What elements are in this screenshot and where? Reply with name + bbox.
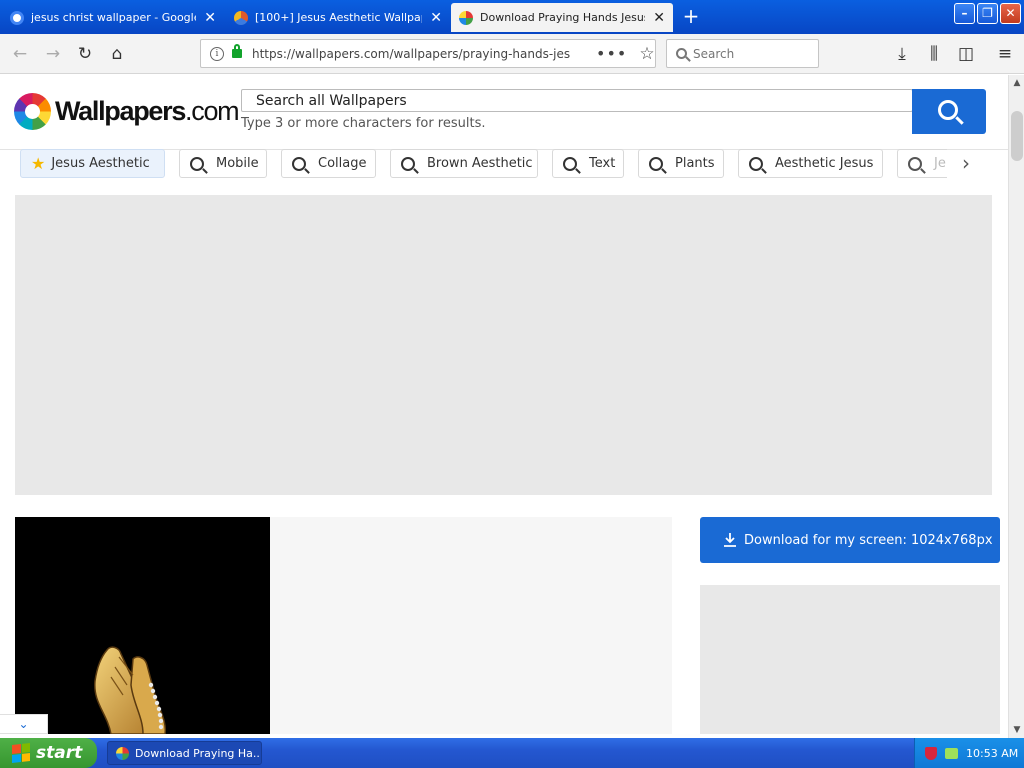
close-window-button[interactable]: ✕ bbox=[1000, 3, 1021, 24]
tab-title: [100+] Jesus Aesthetic Wallpapers bbox=[255, 11, 422, 24]
search-icon bbox=[749, 156, 763, 171]
search-hint: Type 3 or more characters for results. bbox=[241, 116, 486, 131]
wallpapers-favicon-icon bbox=[459, 10, 473, 25]
tag-label: Je bbox=[934, 156, 946, 171]
scroll-down-arrow-icon[interactable]: ▼ bbox=[1010, 722, 1024, 738]
tag-collage[interactable]: Collage bbox=[281, 149, 376, 178]
sidebar-advertisement bbox=[700, 585, 1000, 734]
scroll-up-arrow-icon[interactable]: ▲ bbox=[1010, 75, 1024, 91]
search-icon bbox=[190, 156, 204, 171]
chevron-down-icon[interactable]: ⌄ bbox=[0, 714, 48, 734]
tag-text[interactable]: Text bbox=[552, 149, 624, 178]
search-icon bbox=[649, 156, 663, 171]
search-icon bbox=[401, 156, 415, 171]
close-tab-icon[interactable]: ✕ bbox=[653, 10, 665, 26]
tag-mobile[interactable]: Mobile bbox=[179, 149, 267, 178]
praying-hands-illustration bbox=[94, 646, 167, 734]
system-tray: 10:53 AM bbox=[914, 738, 1024, 768]
download-for-my-screen-button[interactable]: Download for my screen: 1024x768px bbox=[700, 517, 1000, 563]
reload-icon[interactable]: ↻ bbox=[73, 42, 97, 66]
taskbar-firefox-window[interactable]: Download Praying Ha... bbox=[107, 741, 262, 765]
preview-background bbox=[270, 517, 672, 734]
close-tab-icon[interactable]: ✕ bbox=[430, 10, 442, 26]
advertisement-banner bbox=[15, 195, 992, 495]
tag-jesus-aesthetic[interactable]: ★ Jesus Aesthetic bbox=[20, 149, 165, 178]
browser-tab-strip: jesus christ wallpaper - Google Search ✕… bbox=[0, 0, 1024, 34]
close-tab-icon[interactable]: ✕ bbox=[204, 10, 216, 26]
tag-label: Aesthetic Jesus bbox=[775, 156, 874, 171]
windows-taskbar: start Download Praying Ha... 10:53 AM bbox=[0, 738, 1024, 768]
browser-search-input[interactable] bbox=[693, 46, 803, 61]
search-icon bbox=[292, 156, 306, 171]
security-shield-icon[interactable] bbox=[925, 746, 937, 760]
minimize-button[interactable]: – bbox=[954, 3, 975, 24]
windows-logo-icon bbox=[12, 743, 30, 763]
download-label: Download for my screen: 1024x768px bbox=[744, 532, 993, 548]
site-search-button[interactable] bbox=[912, 89, 986, 134]
related-tags-bar: ★ Jesus Aesthetic Mobile Collage Brown A… bbox=[0, 149, 1008, 179]
search-icon bbox=[676, 48, 687, 59]
site-info-icon[interactable]: i bbox=[210, 46, 224, 61]
wallpapers-favicon-icon bbox=[234, 10, 248, 25]
google-favicon-icon bbox=[10, 10, 24, 25]
sidebar-icon[interactable]: ◫ bbox=[954, 42, 978, 66]
home-icon[interactable]: ⌂ bbox=[105, 42, 129, 66]
tab-jesus-aesthetic[interactable]: [100+] Jesus Aesthetic Wallpapers ✕ bbox=[226, 3, 450, 32]
clock: 10:53 AM bbox=[966, 746, 1019, 760]
star-icon: ★ bbox=[31, 154, 46, 173]
back-arrow-icon[interactable]: ← bbox=[8, 42, 32, 66]
tag-label: Text bbox=[589, 156, 616, 171]
tag-plants[interactable]: Plants bbox=[638, 149, 724, 178]
page-actions-icon[interactable]: ••• bbox=[596, 44, 627, 63]
taskbar-item-label: Download Praying Ha... bbox=[135, 746, 262, 760]
page-scrollbar[interactable]: ▲ ▼ bbox=[1008, 75, 1024, 738]
tab-title: jesus christ wallpaper - Google Search bbox=[31, 11, 196, 24]
tag-label: Collage bbox=[318, 156, 367, 171]
start-button[interactable]: start bbox=[0, 738, 97, 768]
tag-label: Brown Aesthetic bbox=[427, 156, 533, 171]
tab-praying-hands[interactable]: Download Praying Hands Jesus Aesthetic W… bbox=[451, 3, 673, 32]
address-bar[interactable]: i https://wallpapers.com/wallpapers/pray… bbox=[200, 39, 656, 68]
download-icon bbox=[724, 533, 736, 547]
forward-arrow-icon[interactable]: → bbox=[41, 42, 65, 66]
search-icon bbox=[938, 100, 958, 120]
new-tab-icon[interactable]: + bbox=[680, 5, 702, 27]
search-icon bbox=[908, 156, 922, 171]
firefox-favicon-icon bbox=[116, 746, 129, 760]
tag-label: Jesus Aesthetic bbox=[51, 156, 150, 171]
menu-icon[interactable]: ≡ bbox=[993, 42, 1017, 66]
start-label: start bbox=[36, 743, 83, 763]
url-text[interactable]: https://wallpapers.com/wallpapers/prayin… bbox=[252, 47, 570, 61]
color-wheel-logo-icon bbox=[14, 93, 51, 130]
tab-google-search[interactable]: jesus christ wallpaper - Google Search ✕ bbox=[2, 3, 224, 32]
chevron-right-icon[interactable]: › bbox=[962, 151, 970, 175]
downloads-icon[interactable]: ⤓ bbox=[890, 42, 914, 66]
bookmark-star-icon[interactable]: ☆ bbox=[639, 44, 654, 64]
tag-partial[interactable]: Je bbox=[897, 149, 947, 178]
library-icon[interactable]: ⫼ bbox=[922, 42, 946, 66]
logo-text: Wallpapers.com bbox=[55, 96, 240, 126]
site-logo[interactable]: Wallpapers.com bbox=[14, 93, 240, 130]
search-icon bbox=[563, 156, 577, 171]
web-page: Wallpapers.com Type 3 or more characters… bbox=[0, 75, 1008, 734]
maximize-button[interactable]: ❐ bbox=[977, 3, 998, 24]
wallpaper-preview-image[interactable] bbox=[15, 517, 270, 734]
site-search-input[interactable] bbox=[241, 89, 913, 112]
navigation-toolbar: ← → ↻ ⌂ i https://wallpapers.com/wallpap… bbox=[0, 34, 1024, 74]
tab-title: Download Praying Hands Jesus Aesthetic W… bbox=[480, 11, 645, 24]
tag-label: Plants bbox=[675, 156, 715, 171]
browser-search-box[interactable] bbox=[666, 39, 819, 68]
network-icon[interactable] bbox=[945, 747, 958, 759]
lock-icon bbox=[232, 44, 242, 58]
tag-label: Mobile bbox=[216, 156, 259, 171]
tag-aesthetic-jesus[interactable]: Aesthetic Jesus bbox=[738, 149, 883, 178]
scrollbar-thumb[interactable] bbox=[1011, 111, 1023, 161]
tag-brown-aesthetic[interactable]: Brown Aesthetic bbox=[390, 149, 538, 178]
